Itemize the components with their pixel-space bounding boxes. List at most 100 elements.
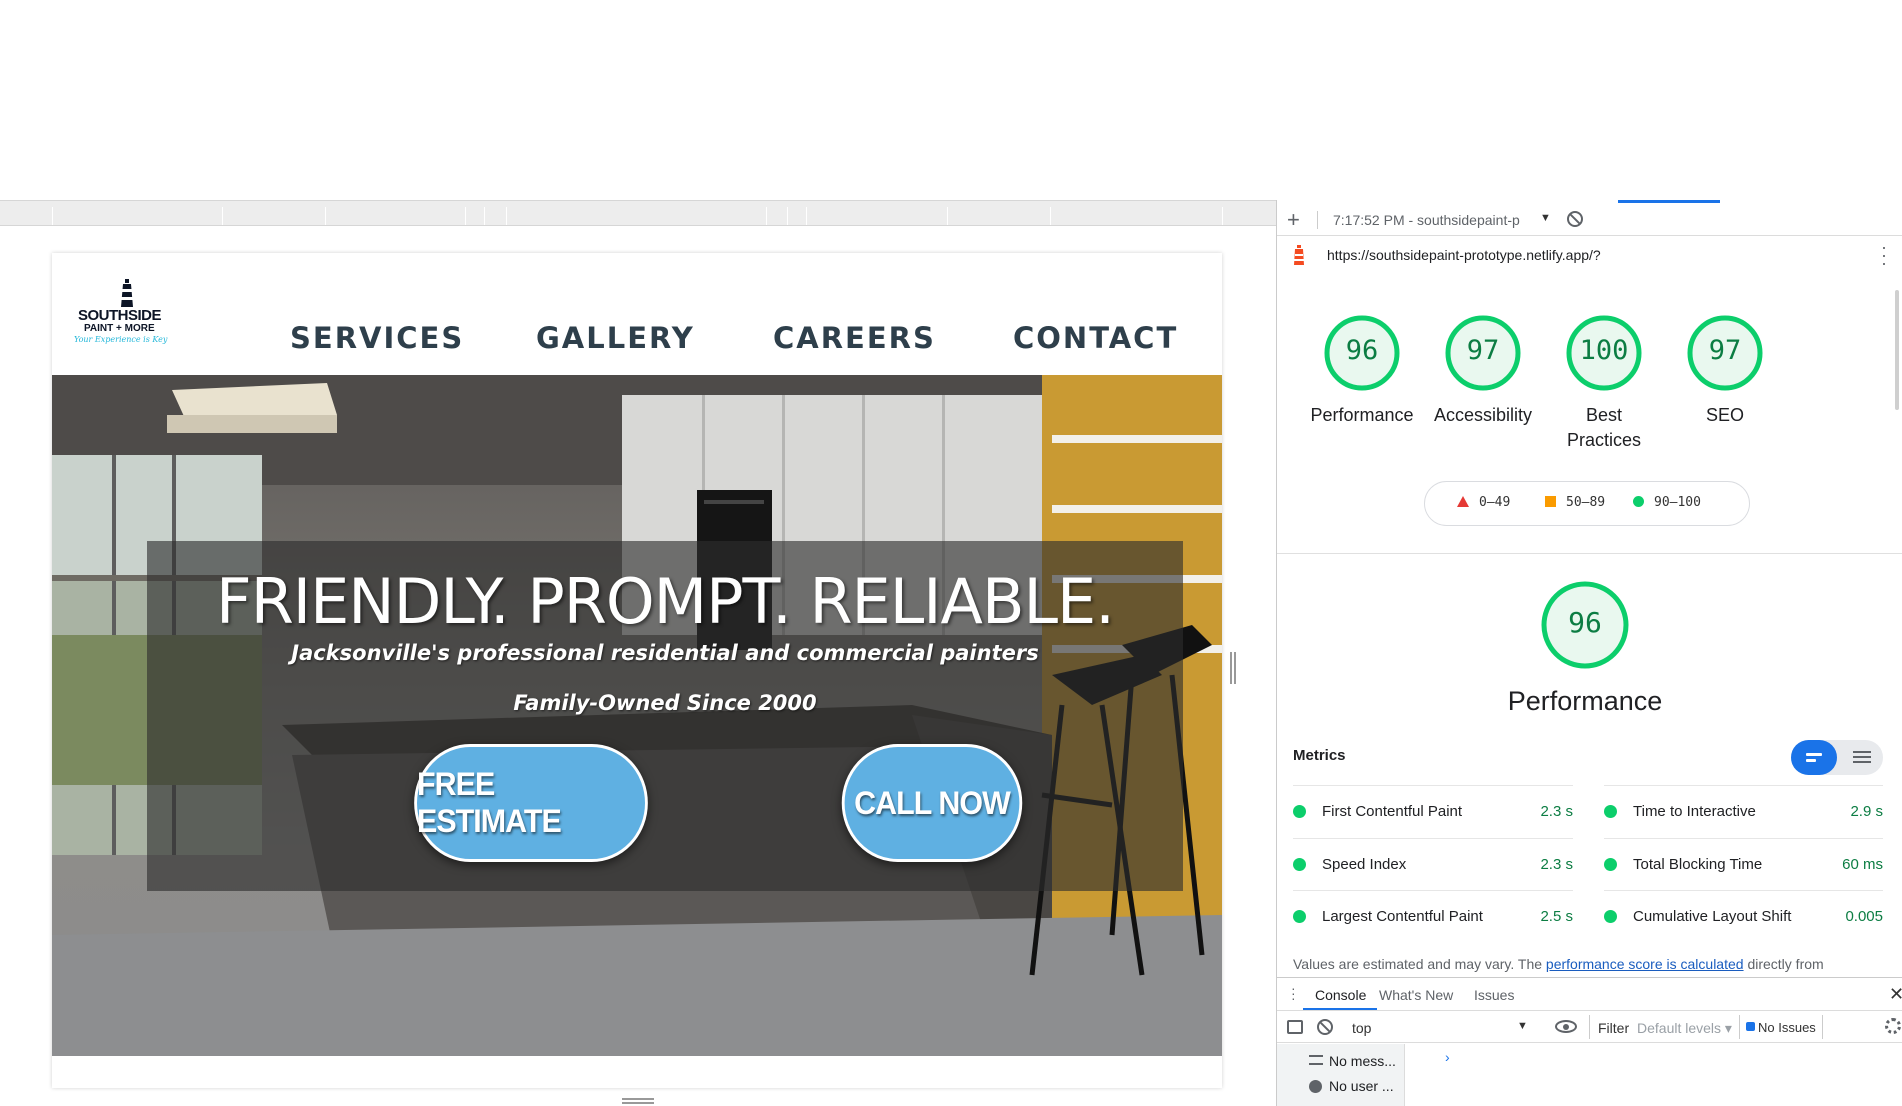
chevron-down-icon[interactable]: ▼ [1517, 1020, 1528, 1032]
ruler-tick [465, 207, 466, 225]
gauge-accessibility[interactable]: 97 Accessibility [1423, 313, 1543, 428]
toolbar-divider [1317, 211, 1318, 229]
close-icon[interactable]: ✕ [1889, 984, 1902, 1005]
more-options-icon[interactable]: · · · [1881, 238, 1887, 272]
logo-subname: PAINT + MORE [84, 323, 155, 334]
legend-average-label: 50–89 [1566, 495, 1606, 510]
metric-speed-index: Speed Index 2.3 s [1293, 838, 1573, 891]
call-now-button[interactable]: CALL NOW [841, 744, 1023, 862]
viewport-bottom-resize-handle[interactable] [622, 1098, 654, 1104]
square-icon [1545, 496, 1556, 507]
hero-section: FRIENDLY. PROMPT. RELIABLE. Jacksonville… [52, 375, 1222, 1056]
tab-issues[interactable]: Issues [1474, 987, 1514, 1003]
clear-console-icon[interactable] [1317, 1019, 1333, 1035]
performance-score: 96 [1568, 606, 1602, 639]
section-divider [1277, 553, 1902, 554]
chevron-down-icon[interactable]: ▼ [1540, 212, 1551, 224]
score-legend: 0–49 50–89 90–100 [1424, 481, 1750, 526]
tab-console[interactable]: Console [1315, 987, 1366, 1003]
legend-fail: 0–49 [1457, 495, 1510, 510]
nav-contact[interactable]: CONTACT [1013, 321, 1178, 355]
console-prompt[interactable]: › [1445, 1049, 1450, 1065]
triangle-icon [1457, 496, 1469, 507]
log-levels-select[interactable]: Default levels ▾ [1637, 1020, 1732, 1037]
metric-first-contentful-paint: First Contentful Paint 2.3 s [1293, 785, 1573, 838]
report-url[interactable]: https://southsidepaint-prototype.netlify… [1327, 247, 1601, 263]
user-icon [1309, 1080, 1322, 1093]
issues-button[interactable]: No Issues [1739, 1015, 1823, 1039]
gauge-best-practices[interactable]: 100 Best Practices [1544, 313, 1664, 453]
devtools-panel: + 7:17:52 PM - southsidepaint-p ▼ https:… [1276, 200, 1902, 1106]
metrics-view-toggle[interactable] [1791, 740, 1883, 775]
hero-overlay: FRIENDLY. PROMPT. RELIABLE. Jacksonville… [147, 541, 1183, 891]
console-toolbar: top ▼ Filter Default levels ▾ No Issues [1277, 1012, 1902, 1043]
media-query-ruler[interactable] [0, 200, 1276, 226]
metric-value: 2.9 s [1850, 803, 1883, 820]
ruler-tick [787, 207, 788, 225]
ruler-tick [52, 207, 53, 225]
metrics-header: Metrics [1293, 747, 1346, 764]
ruler-tick [1050, 207, 1051, 225]
ruler-tick [1222, 207, 1223, 225]
score-ring: 96 [1322, 313, 1402, 393]
eye-icon[interactable] [1555, 1020, 1577, 1033]
nav-services[interactable]: SERVICES [290, 321, 536, 355]
metric-value: 2.3 s [1540, 803, 1573, 820]
sidebar-toggle-icon[interactable] [1287, 1020, 1303, 1034]
gauge-label: SEO [1705, 405, 1744, 425]
site-nav: SERVICES GALLERY CAREERS CONTACT [290, 321, 1178, 355]
legend-average: 50–89 [1545, 495, 1605, 510]
tab-whats-new[interactable]: What's New [1379, 987, 1453, 1003]
logo-tagline: Your Experience is Key [74, 335, 168, 344]
metric-value: 2.5 s [1540, 908, 1573, 925]
sidebar-user-messages[interactable]: No user ... [1329, 1078, 1394, 1094]
new-report-button[interactable]: + [1287, 207, 1300, 233]
metric-name: Total Blocking Time [1633, 856, 1763, 873]
scrollbar-thumb[interactable] [1895, 290, 1899, 410]
log-levels-label: Default levels [1637, 1020, 1722, 1036]
gear-icon[interactable] [1885, 1018, 1901, 1034]
metric-name: Cumulative Layout Shift [1633, 908, 1792, 925]
metric-time-to-interactive: Time to Interactive 2.9 s [1604, 785, 1883, 838]
viewport-resize-handle[interactable] [1230, 652, 1236, 684]
score-ring: 100 [1564, 313, 1644, 393]
ruler-tick [325, 207, 326, 225]
gauge-seo[interactable]: 97 SEO [1665, 313, 1785, 428]
gauge-label: Best Practices [1566, 405, 1642, 450]
circle-icon [1633, 496, 1644, 507]
free-estimate-button[interactable]: FREE ESTIMATE [414, 744, 648, 862]
drawer-tabbar: · · · Console What's New Issues ✕ [1277, 978, 1902, 1011]
nav-careers[interactable]: CAREERS [773, 321, 1013, 355]
logo-name: SOUTHSIDE [78, 307, 162, 324]
drawer-menu-icon[interactable]: · · · [1291, 981, 1296, 1005]
sidebar-messages[interactable]: No mess... [1329, 1053, 1396, 1069]
performance-title: Performance [1507, 686, 1663, 716]
note-prefix: Values are estimated and may vary. The [1293, 956, 1546, 972]
lighthouse-icon [121, 279, 133, 307]
metric-name: First Contentful Paint [1322, 803, 1463, 820]
report-url-bar: https://southsidepaint-prototype.netlify… [1277, 237, 1902, 272]
site-logo[interactable]: SOUTHSIDE PAINT + MORE Your Experience i… [72, 279, 182, 351]
ruler-tick [506, 207, 507, 225]
pass-dot-icon [1604, 858, 1617, 871]
console-drawer: · · · Console What's New Issues ✕ top ▼ Fi… [1277, 977, 1902, 1106]
lighthouse-toolbar: + 7:17:52 PM - southsidepaint-p ▼ [1277, 205, 1902, 236]
compact-view-button[interactable] [1791, 740, 1837, 775]
filter-input[interactable]: Filter [1589, 1015, 1635, 1039]
performance-gauge-large: 96 [1539, 579, 1631, 671]
pass-dot-icon [1293, 858, 1306, 871]
ruler-tick [222, 207, 223, 225]
device-viewport: SOUTHSIDE PAINT + MORE Your Experience i… [0, 200, 1276, 1106]
website-frame: SOUTHSIDE PAINT + MORE Your Experience i… [52, 253, 1222, 1088]
nav-gallery[interactable]: GALLERY [536, 321, 773, 355]
metric-value: 0.005 [1845, 908, 1883, 925]
score-calculated-link[interactable]: performance score is calculated [1546, 956, 1744, 972]
site-header: SOUTHSIDE PAINT + MORE Your Experience i… [52, 253, 1222, 375]
score-ring: 97 [1685, 313, 1765, 393]
context-select[interactable]: top [1352, 1020, 1371, 1036]
report-selector[interactable]: 7:17:52 PM - southsidepaint-p [1333, 212, 1520, 228]
pass-dot-icon [1604, 910, 1617, 923]
clear-icon[interactable] [1567, 211, 1583, 227]
gauge-performance[interactable]: 96 Performance [1302, 313, 1422, 428]
active-tab-underline [1303, 1008, 1377, 1010]
